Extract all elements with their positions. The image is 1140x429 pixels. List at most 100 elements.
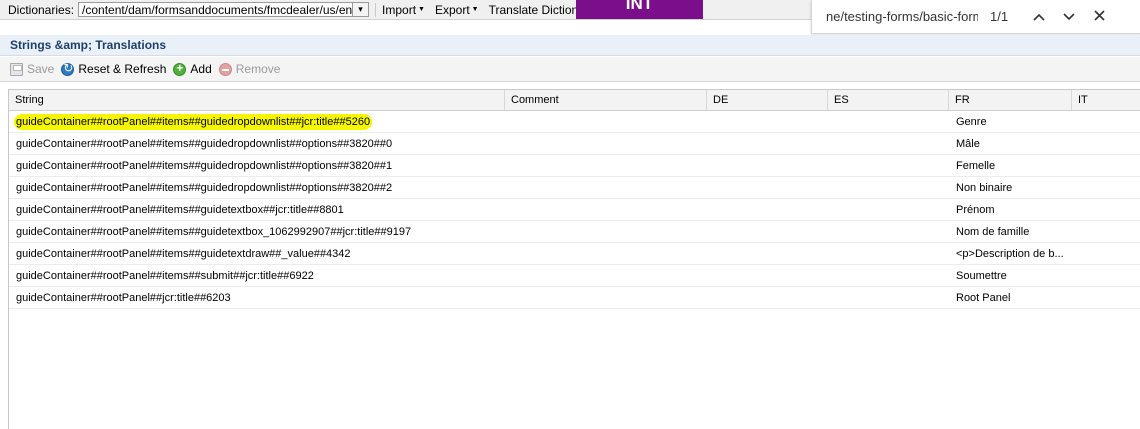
dictionary-path-dropdown-icon[interactable]: ▾ [353, 2, 370, 17]
import-menu-button[interactable]: Import ▼ [382, 3, 425, 17]
comment-cell[interactable] [505, 199, 707, 220]
es-cell[interactable] [828, 243, 949, 264]
comment-cell[interactable] [505, 111, 707, 132]
es-cell[interactable] [828, 265, 949, 286]
table-row[interactable]: guideContainer##rootPanel##items##guidet… [9, 199, 1140, 221]
refresh-icon [61, 61, 75, 76]
fr-cell[interactable]: Non binaire [949, 177, 1072, 198]
fr-cell[interactable]: <p>Description de b... [949, 243, 1072, 264]
comment-cell[interactable] [505, 177, 707, 198]
save-label: Save [27, 62, 55, 76]
reset-refresh-label: Reset & Refresh [78, 62, 167, 76]
it-cell[interactable] [1072, 243, 1140, 264]
save-icon [10, 62, 23, 76]
table-row[interactable]: guideContainer##rootPanel##items##guided… [9, 177, 1140, 199]
find-in-page-bar: ne/testing-forms/basic-form 1/1 [811, 0, 1140, 34]
table-row[interactable]: guideContainer##rootPanel##jcr:title##62… [9, 287, 1140, 309]
add-label: Add [190, 62, 212, 76]
string-cell[interactable]: guideContainer##rootPanel##items##guided… [9, 133, 505, 154]
export-menu-button[interactable]: Export ▼ [435, 3, 479, 17]
de-cell[interactable] [707, 287, 828, 308]
es-cell[interactable] [828, 133, 949, 154]
comment-cell[interactable] [505, 221, 707, 242]
de-cell[interactable] [707, 133, 828, 154]
string-cell[interactable]: guideContainer##rootPanel##items##guidet… [9, 199, 505, 220]
fr-cell[interactable]: Genre [949, 111, 1072, 132]
comment-cell[interactable] [505, 287, 707, 308]
comment-cell[interactable] [505, 155, 707, 176]
es-cell[interactable] [828, 177, 949, 198]
string-cell[interactable]: guideContainer##rootPanel##items##guided… [9, 177, 505, 198]
de-cell[interactable] [707, 243, 828, 264]
string-cell[interactable]: guideContainer##rootPanel##items##guidet… [9, 221, 505, 242]
es-cell[interactable] [828, 221, 949, 242]
string-cell[interactable]: guideContainer##rootPanel##items##guided… [9, 111, 505, 132]
chevron-up-icon[interactable] [1024, 8, 1054, 25]
export-label: Export [434, 2, 470, 17]
column-header-string[interactable]: String [9, 90, 505, 110]
de-cell[interactable] [707, 177, 828, 198]
close-icon[interactable] [1084, 8, 1114, 25]
fr-cell[interactable]: Prénom [949, 199, 1072, 220]
de-cell[interactable] [707, 199, 828, 220]
reset-refresh-button[interactable]: Reset & Refresh [61, 61, 167, 76]
column-header-de[interactable]: DE [707, 90, 828, 110]
it-cell[interactable] [1072, 199, 1140, 220]
caret-down-icon: ▼ [471, 6, 479, 13]
find-query-input[interactable]: ne/testing-forms/basic-form [826, 9, 978, 24]
comment-cell[interactable] [505, 133, 707, 154]
string-cell[interactable]: guideContainer##rootPanel##jcr:title##62… [9, 287, 505, 308]
it-cell[interactable] [1072, 177, 1140, 198]
it-cell[interactable] [1072, 133, 1140, 154]
fr-cell[interactable]: Nom de famille [949, 221, 1072, 242]
table-row[interactable]: guideContainer##rootPanel##items##guided… [9, 111, 1140, 133]
caret-down-icon: ▼ [418, 6, 425, 13]
toolbar-separator [375, 2, 377, 17]
de-cell[interactable] [707, 221, 828, 242]
de-cell[interactable] [707, 265, 828, 286]
int-environment-badge: INT [576, 0, 703, 19]
import-label: Import [382, 2, 417, 17]
table-row[interactable]: guideContainer##rootPanel##items##submit… [9, 265, 1140, 287]
comment-cell[interactable] [505, 243, 707, 264]
string-cell[interactable]: guideContainer##rootPanel##items##guidet… [9, 243, 505, 264]
it-cell[interactable] [1072, 221, 1140, 242]
column-header-it[interactable]: IT [1072, 90, 1140, 110]
save-button[interactable]: Save [10, 62, 54, 76]
grid-header: String Comment DE ES FR IT [9, 90, 1140, 111]
column-header-comment[interactable]: Comment [505, 90, 707, 110]
remove-icon [218, 62, 232, 76]
es-cell[interactable] [828, 111, 949, 132]
table-row[interactable]: guideContainer##rootPanel##items##guided… [9, 133, 1140, 155]
string-cell[interactable]: guideContainer##rootPanel##items##submit… [9, 265, 505, 286]
table-row[interactable]: guideContainer##rootPanel##items##guided… [9, 155, 1140, 177]
fr-cell[interactable]: Soumettre [949, 265, 1072, 286]
fr-cell[interactable]: Mâle [949, 133, 1072, 154]
remove-button[interactable]: Remove [218, 62, 281, 76]
es-cell[interactable] [828, 199, 949, 220]
table-row[interactable]: guideContainer##rootPanel##items##guidet… [9, 221, 1140, 243]
fr-cell[interactable]: Root Panel [949, 287, 1072, 308]
it-cell[interactable] [1072, 111, 1140, 132]
panel-toolbar: Save Reset & Refresh Add Remove [0, 57, 1140, 82]
translations-grid: String Comment DE ES FR IT guideContaine… [8, 89, 1140, 429]
find-match-count: 1/1 [990, 9, 1009, 24]
column-header-fr[interactable]: FR [949, 90, 1072, 110]
highlighted-string: guideContainer##rootPanel##items##guided… [16, 115, 371, 128]
it-cell[interactable] [1072, 287, 1140, 308]
string-cell[interactable]: guideContainer##rootPanel##items##guided… [9, 155, 505, 176]
de-cell[interactable] [707, 111, 828, 132]
fr-cell[interactable]: Femelle [949, 155, 1072, 176]
comment-cell[interactable] [505, 265, 707, 286]
it-cell[interactable] [1072, 155, 1140, 176]
es-cell[interactable] [828, 155, 949, 176]
remove-label: Remove [235, 62, 281, 76]
dictionary-path-input[interactable]: /content/dam/formsanddocuments/fmcdealer… [78, 2, 354, 17]
column-header-es[interactable]: ES [828, 90, 949, 110]
table-row[interactable]: guideContainer##rootPanel##items##guidet… [9, 243, 1140, 265]
de-cell[interactable] [707, 155, 828, 176]
chevron-down-icon[interactable] [1054, 8, 1084, 25]
add-button[interactable]: Add [173, 61, 212, 76]
it-cell[interactable] [1072, 265, 1140, 286]
es-cell[interactable] [828, 287, 949, 308]
